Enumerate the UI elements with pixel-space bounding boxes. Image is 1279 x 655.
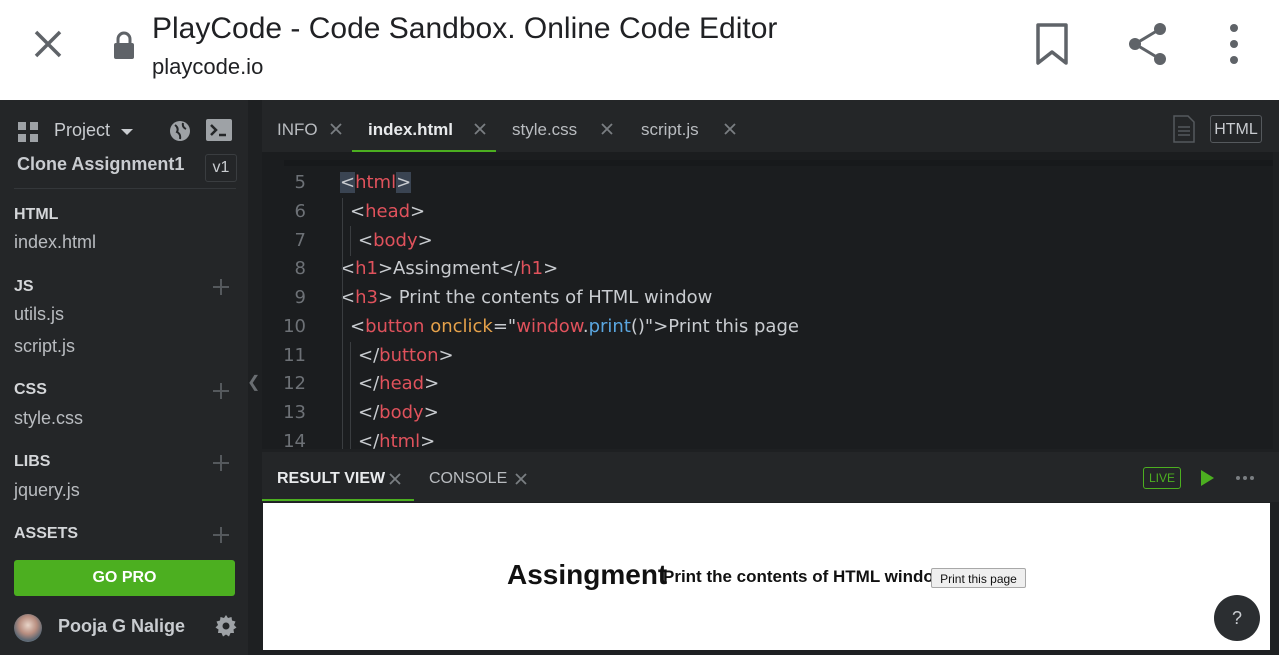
line-number: 11 bbox=[283, 345, 306, 366]
code-text: <html> bbox=[340, 172, 412, 193]
add-asset-icon[interactable] bbox=[213, 527, 229, 543]
add-js-icon[interactable] bbox=[213, 279, 229, 295]
code-text: <button onclick="window.print()">Print t… bbox=[350, 316, 799, 337]
line-number: 10 bbox=[283, 316, 306, 337]
tab-style-css[interactable]: style.css bbox=[512, 120, 577, 140]
section-js: JS bbox=[14, 278, 34, 295]
code-line: 13 </body> bbox=[262, 398, 1273, 427]
grid-icon[interactable] bbox=[18, 122, 38, 142]
project-name[interactable]: Clone Assignment1 bbox=[17, 154, 184, 175]
editor-scroll-shadow bbox=[284, 160, 1273, 166]
file-item-utils-js[interactable]: utils.js bbox=[14, 304, 64, 325]
line-number: 9 bbox=[294, 287, 306, 308]
code-editor[interactable]: 5 <html> 6 <head> 7 <body> 8 <h1>Assingm… bbox=[262, 152, 1273, 449]
code-text: </head> bbox=[358, 373, 440, 394]
indent-guide bbox=[350, 226, 351, 256]
help-button[interactable]: ? bbox=[1214, 595, 1260, 641]
code-line: 10 <button onclick="window.print()">Prin… bbox=[262, 312, 1273, 341]
more-horiz-icon[interactable] bbox=[1236, 476, 1254, 480]
line-number: 14 bbox=[283, 431, 306, 449]
line-number: 6 bbox=[294, 201, 306, 222]
bookmark-icon[interactable] bbox=[1032, 22, 1072, 66]
code-line: 14 </html> bbox=[262, 427, 1273, 449]
result-heading: Assingment bbox=[507, 559, 668, 590]
close-tab-icon[interactable] bbox=[514, 472, 528, 486]
code-text: </html> bbox=[358, 431, 436, 449]
code-text: <h3> Print the contents of HTML window bbox=[340, 287, 713, 308]
code-text: <body> bbox=[358, 230, 433, 251]
code-text: </button> bbox=[358, 345, 454, 366]
live-toggle[interactable]: LIVE bbox=[1143, 467, 1181, 489]
print-page-button[interactable]: Print this page bbox=[931, 568, 1026, 588]
line-number: 7 bbox=[294, 230, 306, 251]
page-title: PlayCode - Code Sandbox. Online Code Edi… bbox=[152, 12, 778, 45]
result-pane-header: RESULT VIEW CONSOLE bbox=[262, 452, 1279, 502]
terminal-icon[interactable] bbox=[206, 119, 232, 141]
page-url[interactable]: playcode.io bbox=[152, 54, 263, 80]
version-badge[interactable]: v1 bbox=[205, 154, 237, 182]
section-html: HTML bbox=[14, 206, 59, 223]
code-text: </body> bbox=[358, 402, 439, 423]
editor-tabs: INFO index.html style.css script.js bbox=[262, 100, 1279, 152]
code-line: 11 </button> bbox=[262, 341, 1273, 370]
code-line: 12 </head> bbox=[262, 369, 1273, 398]
line-number: 12 bbox=[283, 373, 306, 394]
section-css: CSS bbox=[14, 381, 47, 398]
code-line: 8 <h1>Assingment</h1> bbox=[262, 254, 1273, 283]
file-item-style-css[interactable]: style.css bbox=[14, 408, 83, 429]
play-icon[interactable] bbox=[1201, 470, 1214, 486]
tab-index-html[interactable]: index.html bbox=[368, 120, 453, 140]
go-pro-button[interactable]: GO PRO bbox=[14, 560, 235, 596]
code-text: <h1>Assingment</h1> bbox=[340, 258, 559, 279]
tab-script-js[interactable]: script.js bbox=[641, 120, 699, 140]
close-icon[interactable] bbox=[28, 24, 68, 64]
code-line: 6 <head> bbox=[262, 197, 1273, 226]
code-line: 7 <body> bbox=[262, 226, 1273, 255]
user-name[interactable]: Pooja G Nalige bbox=[58, 616, 185, 637]
language-badge[interactable]: HTML bbox=[1210, 115, 1262, 143]
project-menu[interactable]: Project bbox=[54, 120, 110, 141]
file-item-jquery-js[interactable]: jquery.js bbox=[14, 480, 80, 501]
lock-icon bbox=[114, 31, 134, 59]
code-line: 9 <h3> Print the contents of HTML window bbox=[262, 283, 1273, 312]
gear-icon[interactable] bbox=[214, 614, 238, 638]
indent-guide bbox=[350, 342, 351, 449]
tab-console[interactable]: CONSOLE bbox=[429, 470, 507, 488]
close-tab-icon[interactable] bbox=[473, 122, 487, 136]
section-assets: ASSETS bbox=[14, 525, 79, 542]
share-icon[interactable] bbox=[1124, 20, 1172, 68]
file-icon[interactable] bbox=[1173, 115, 1195, 143]
code-line: 5 <html> bbox=[262, 168, 1273, 197]
avatar[interactable] bbox=[14, 614, 42, 642]
code-text: <head> bbox=[350, 201, 426, 222]
result-view: Assingment Print the contents of HTML wi… bbox=[263, 503, 1270, 650]
indent-guide bbox=[342, 198, 343, 449]
tab-info[interactable]: INFO bbox=[277, 120, 318, 140]
result-subheading: Print the contents of HTML window bbox=[663, 567, 947, 586]
section-libs: LIBS bbox=[14, 453, 51, 470]
line-number: 13 bbox=[283, 402, 306, 423]
add-css-icon[interactable] bbox=[213, 383, 229, 399]
add-lib-icon[interactable] bbox=[213, 455, 229, 471]
close-tab-icon[interactable] bbox=[329, 122, 343, 136]
file-item-index-html[interactable]: index.html bbox=[14, 232, 96, 253]
divider bbox=[14, 188, 236, 189]
globe-icon[interactable] bbox=[168, 119, 192, 143]
close-tab-icon[interactable] bbox=[388, 472, 402, 486]
collapse-sidebar-icon[interactable]: ❮ bbox=[247, 372, 260, 392]
chevron-down-icon[interactable] bbox=[121, 129, 133, 135]
line-number: 8 bbox=[294, 258, 306, 279]
close-tab-icon[interactable] bbox=[600, 122, 614, 136]
project-sidebar: Project Clone Assignment1 v1 HTML index.… bbox=[0, 100, 248, 655]
close-tab-icon[interactable] bbox=[723, 122, 737, 136]
file-item-script-js[interactable]: script.js bbox=[14, 336, 75, 357]
browser-top-bar: PlayCode - Code Sandbox. Online Code Edi… bbox=[0, 0, 1279, 100]
active-tab-indicator bbox=[262, 499, 414, 501]
more-vert-icon[interactable] bbox=[1222, 22, 1246, 66]
line-number: 5 bbox=[294, 172, 306, 193]
tab-result-view[interactable]: RESULT VIEW bbox=[277, 470, 385, 488]
